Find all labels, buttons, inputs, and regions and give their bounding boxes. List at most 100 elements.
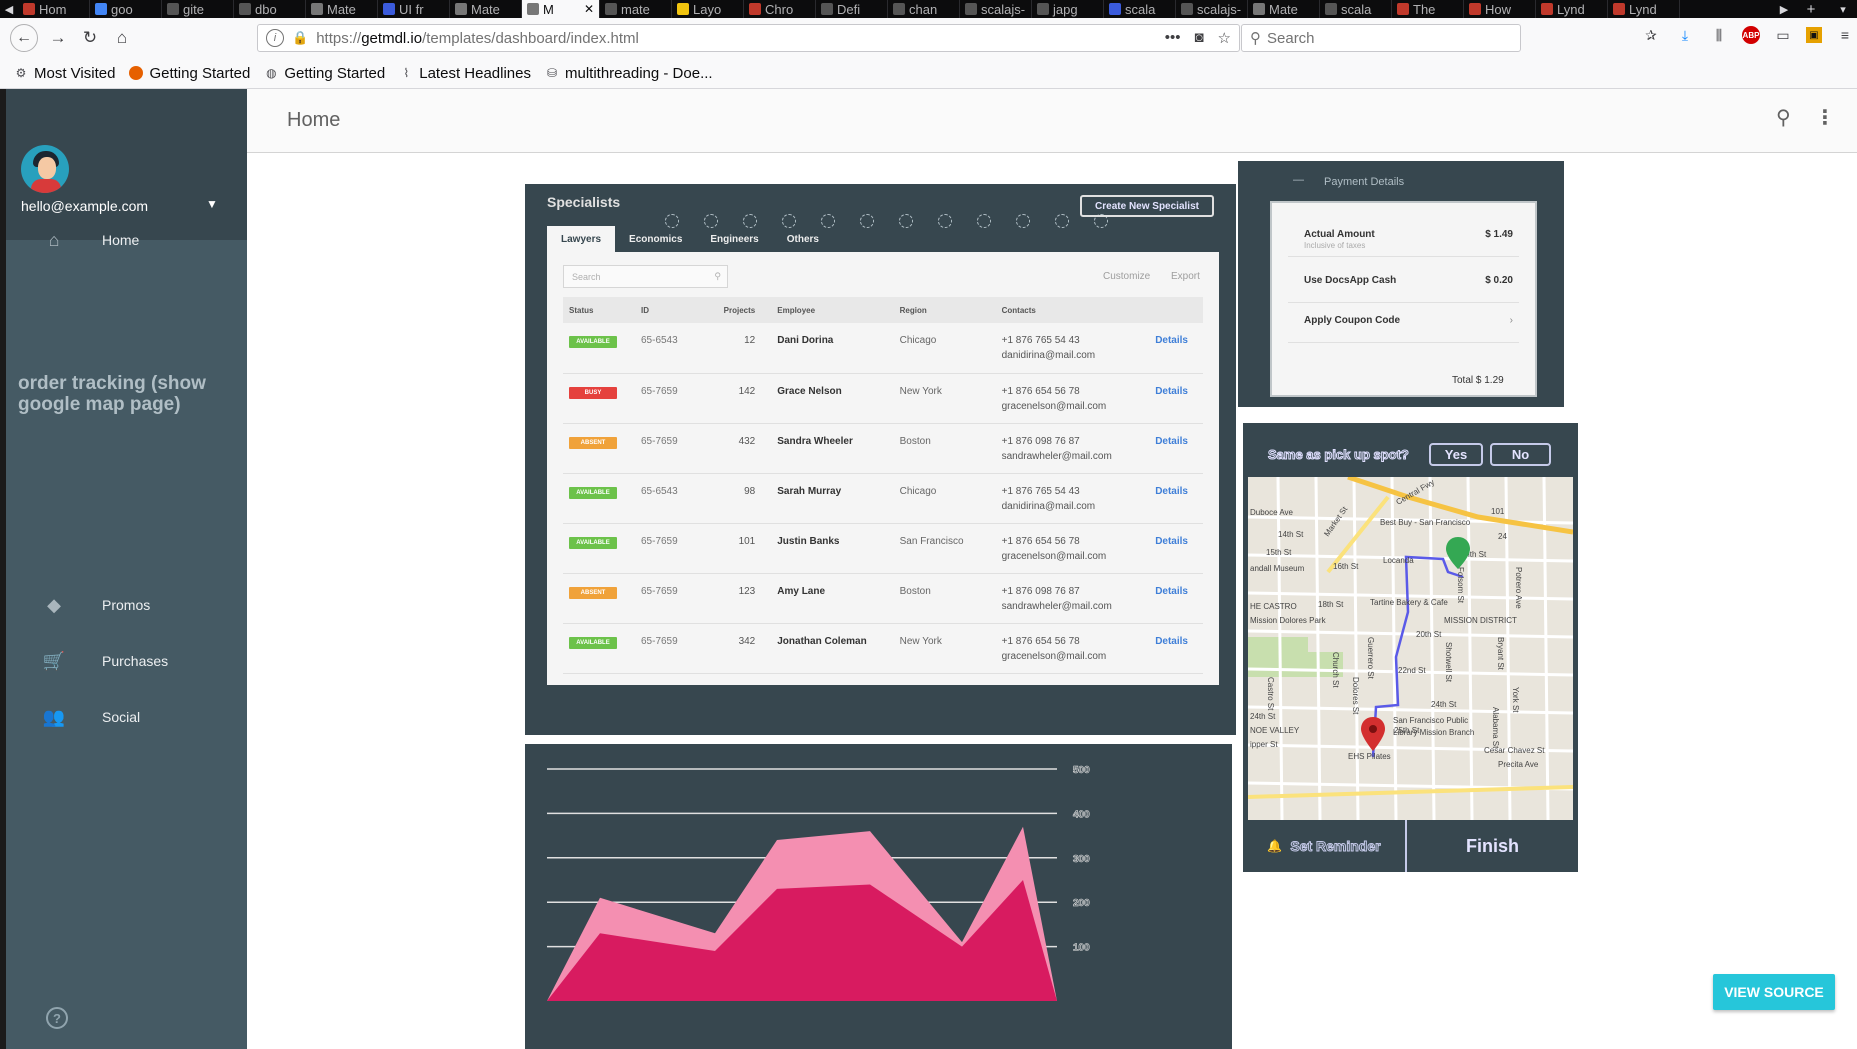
browser-tab[interactable]: Chro <box>744 0 816 18</box>
payment-row-coupon[interactable]: Apply Coupon Code › <box>1288 303 1519 343</box>
bookmark-item[interactable]: ⌇ Latest Headlines <box>399 65 531 82</box>
browser-tab[interactable]: The <box>1392 0 1464 18</box>
browser-tab[interactable]: scalajs- <box>1176 0 1248 18</box>
tab-scroll-right-icon[interactable]: ▶ <box>1775 3 1793 16</box>
bookmark-item[interactable]: Getting Started <box>129 65 250 82</box>
contacts-cell: +1 876 098 76 87 sandrawheler@mail.com <box>995 423 1150 474</box>
google-map[interactable]: Central Fwy Best Buy - San Francisco Marke… <box>1248 477 1573 820</box>
details-link[interactable]: Details <box>1149 373 1203 424</box>
browser-tab[interactable]: Mate <box>450 0 522 18</box>
url-text[interactable]: https://getmdl.io/templates/dashboard/in… <box>316 30 639 47</box>
browser-tab[interactable]: goo <box>90 0 162 18</box>
menu-icon[interactable]: ≡ <box>1834 24 1856 46</box>
map-label: 18th St <box>1318 600 1344 609</box>
view-source-button[interactable]: VIEW SOURCE <box>1713 974 1835 1010</box>
set-reminder-button[interactable]: 🔔 Set Reminder <box>1243 820 1407 872</box>
back-arrow-icon[interactable]: ← <box>10 24 38 52</box>
reload-icon[interactable]: ↻ <box>74 22 106 54</box>
browser-tab[interactable]: Lynd <box>1536 0 1608 18</box>
cart-icon: 🛒 <box>42 650 66 671</box>
nav-item-social[interactable]: 👥 Social <box>6 692 247 742</box>
bookmark-item[interactable]: ⚙ Most Visited <box>14 65 116 82</box>
export-link[interactable]: Export <box>1171 271 1200 282</box>
tab-lawyers[interactable]: Lawyers <box>547 226 616 252</box>
browser-tab[interactable]: Layo <box>672 0 744 18</box>
tab-favicon-icon <box>821 3 833 15</box>
help-icon[interactable]: ? <box>46 1007 68 1029</box>
adblock-icon[interactable]: ABP <box>1742 26 1760 44</box>
url-domain: getmdl.io <box>361 29 423 47</box>
browser-tab[interactable]: chan <box>888 0 960 18</box>
site-info-icon[interactable]: i <box>266 29 284 47</box>
tab-economics[interactable]: Economics <box>615 226 696 252</box>
tab-scroll-left-icon[interactable]: ◀ <box>0 3 18 16</box>
browser-tab[interactable]: M ✕ <box>522 0 600 18</box>
browser-tab[interactable]: scalajs- <box>960 0 1032 18</box>
account-email: hello@example.com <box>21 198 149 214</box>
decorative-dot <box>1016 214 1030 228</box>
url-bar[interactable]: i 🔒 https://getmdl.io/templates/dashboar… <box>257 24 1240 52</box>
browser-tab[interactable]: scala <box>1320 0 1392 18</box>
tab-engineers[interactable]: Engineers <box>696 226 772 252</box>
bookmarks-star-icon[interactable]: ✰ <box>1640 24 1662 46</box>
payment-row-label: Apply Coupon Code <box>1304 315 1401 326</box>
browser-tab[interactable]: Mate <box>306 0 378 18</box>
contact-phone: +1 876 098 76 87 <box>1001 585 1080 597</box>
library-icon[interactable]: ⫼ <box>1708 24 1730 46</box>
id-cell: 65-6543 <box>634 323 707 374</box>
details-link[interactable]: Details <box>1149 623 1203 674</box>
details-link[interactable]: Details <box>1149 323 1203 374</box>
browser-tab[interactable]: Hom <box>18 0 90 18</box>
home-icon[interactable]: ⌂ <box>106 22 138 54</box>
details-link[interactable]: Details <box>1149 423 1203 474</box>
pocket-icon[interactable]: ◙ <box>1194 29 1203 47</box>
more-vert-icon[interactable]: ⋮ <box>1815 105 1835 130</box>
search-icon[interactable]: ⚲ <box>1776 105 1791 130</box>
avatar[interactable] <box>21 145 69 193</box>
map-graphic[interactable]: Central FwyBest Buy - San FranciscoMarke… <box>1248 477 1573 820</box>
browser-tab[interactable]: Lynd <box>1608 0 1680 18</box>
tab-others[interactable]: Others <box>773 226 833 252</box>
new-tab-icon[interactable]: + <box>1793 1 1829 18</box>
payment-row-docsapp-cash[interactable]: Use DocsApp Cash $ 0.20 <box>1288 263 1519 303</box>
page-actions-icon[interactable]: ••• <box>1165 29 1181 47</box>
details-link[interactable]: Details <box>1149 573 1203 624</box>
browser-tab[interactable]: japg <box>1032 0 1104 18</box>
close-tab-icon[interactable]: ✕ <box>584 2 594 16</box>
specialists-search-input[interactable]: Search ⚲ <box>563 265 728 288</box>
browser-tab[interactable]: How <box>1464 0 1536 18</box>
search-bar[interactable]: ⚲ Search <box>1241 24 1521 52</box>
tab-label: Mate <box>327 1 356 17</box>
browser-tab[interactable]: dbo <box>234 0 306 18</box>
bookmark-star-icon[interactable]: ☆ <box>1218 29 1231 47</box>
nav-item-promos[interactable]: ◆ Promos <box>6 580 247 630</box>
projects-cell: 342 <box>706 623 772 674</box>
browser-tab[interactable]: UI fr <box>378 0 450 18</box>
bookmark-item[interactable]: ⛁ multithreading - Doe... <box>545 65 713 82</box>
contact-phone: +1 876 765 54 43 <box>1001 335 1080 346</box>
browser-tab[interactable]: scala <box>1104 0 1176 18</box>
browser-tab[interactable]: Mate <box>1248 0 1320 18</box>
status-cell: ABSENT <box>563 423 635 474</box>
downloads-icon[interactable]: ⤓ <box>1674 24 1696 46</box>
area-series-2 <box>547 880 1057 1001</box>
details-link[interactable]: Details <box>1149 523 1203 574</box>
no-button[interactable]: No <box>1490 443 1551 466</box>
details-link[interactable]: Details <box>1149 473 1203 524</box>
browser-tab[interactable]: mate <box>600 0 672 18</box>
browser-tab[interactable]: Defi <box>816 0 888 18</box>
bookmark-item[interactable]: ◍ Getting Started <box>264 65 385 82</box>
forward-arrow-icon[interactable]: → <box>42 22 74 54</box>
customize-link[interactable]: Customize <box>1103 271 1150 282</box>
nav-item-purchases[interactable]: 🛒 Purchases <box>6 636 247 686</box>
collapse-icon[interactable]: — <box>1293 174 1304 186</box>
extension-icon[interactable]: ▣ <box>1806 27 1822 43</box>
yes-button[interactable]: Yes <box>1429 443 1483 466</box>
browser-tab[interactable]: gite <box>162 0 234 18</box>
sidebar-icon[interactable]: ▭ <box>1772 24 1794 46</box>
account-dropdown-icon[interactable]: ▼ <box>206 197 218 211</box>
finish-button[interactable]: Finish <box>1407 820 1578 872</box>
list-all-tabs-icon[interactable]: ▾ <box>1829 3 1857 16</box>
create-specialist-button[interactable]: Create New Specialist <box>1080 195 1214 217</box>
nav-item-home[interactable]: ⌂ Home <box>6 215 247 265</box>
